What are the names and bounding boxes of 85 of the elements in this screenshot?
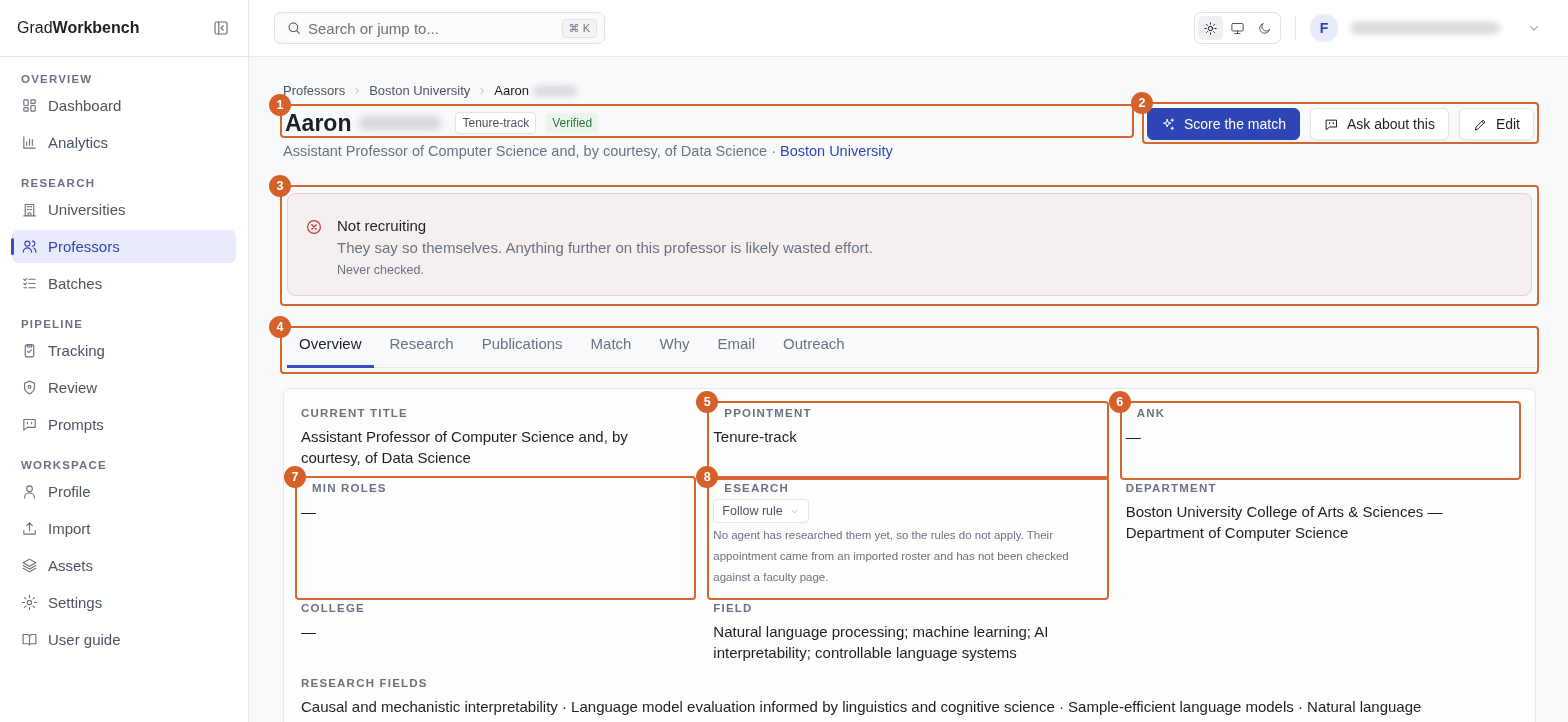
field-label: DEPARTMENT [1125, 482, 1217, 494]
sidebar-item[interactable]: Settings [12, 586, 236, 619]
section-heading: PIPELINE [20, 318, 84, 330]
alert-title: Not recruiting [337, 217, 428, 234]
layers-icon [21, 557, 38, 574]
field-value: — [1125, 427, 1141, 447]
action-button[interactable]: Score the match [1147, 108, 1300, 140]
sidebar-item[interactable]: Import [12, 512, 236, 545]
sidebar-item[interactable]: Analytics [12, 126, 236, 159]
annotation-number: 1 [269, 94, 291, 116]
sparkles-icon [1161, 116, 1176, 132]
field-value: Natural language processing; machine learning; AI interpretability; controllable language systems [713, 622, 1050, 663]
annotation-number: 4 [269, 316, 291, 338]
section-heading: OVERVIEW [20, 73, 94, 85]
field-note: No agent has researched them yet, so the rules do not apply. Their appointment came from an imported roster and has not been checked against a faculty page. [713, 528, 1070, 585]
type-badge: Tenure-track [455, 112, 537, 134]
book-icon [21, 631, 38, 648]
alert-note: Never checked. [337, 263, 425, 277]
dashboard-grid-icon [21, 97, 38, 114]
sidebar-toggle-icon[interactable] [212, 19, 230, 37]
field-value: — [301, 502, 316, 522]
annotation-number: 2 [1131, 92, 1153, 114]
sidebar-item[interactable]: Professors [12, 230, 236, 263]
tab[interactable]: Publications [469, 330, 575, 368]
user-icon [21, 483, 38, 500]
moon-icon [1257, 20, 1272, 36]
upload-icon [21, 520, 38, 537]
action-button[interactable]: Ask about this [1309, 108, 1449, 140]
bar-chart-icon [21, 134, 38, 151]
blurred-name [533, 85, 577, 96]
university-link[interactable]: Boston University [779, 143, 893, 159]
field-value: — [301, 622, 316, 642]
field-label: RESEARCH FIELDS [301, 677, 428, 689]
field-label: PPOINTMENT [723, 407, 812, 419]
sidebar-item[interactable]: Tracking [12, 334, 236, 367]
field-value: Boston University College of Arts & Sciences — Department of Computer Science [1125, 502, 1444, 543]
shortcut-hint: ⌘ K [561, 19, 597, 38]
annotation-number: 7 [284, 466, 306, 488]
sidebar-item[interactable]: Assets [12, 549, 236, 582]
breadcrumb-current: Aaron [494, 83, 529, 98]
shield-icon [21, 379, 38, 396]
user-avatar[interactable]: F [1310, 14, 1338, 42]
field-label: CURRENT TITLE [301, 407, 408, 419]
tab[interactable]: Research [377, 330, 466, 368]
tab[interactable]: Outreach [771, 330, 857, 368]
annotation-number: 3 [269, 175, 291, 197]
professor-subtitle: Assistant Professor of Computer Science and, by courtesy, of Data Science · [283, 143, 776, 159]
tab[interactable]: Email [705, 330, 767, 368]
alert-message: They say so themselves. Anything further on this professor is likely wasted effort. [337, 239, 873, 256]
sidebar-item[interactable]: Prompts [12, 408, 236, 441]
annotation-number: 8 [696, 466, 719, 488]
message-icon [21, 416, 38, 433]
tab[interactable]: Match [578, 330, 644, 368]
field-label: FIELD [713, 602, 753, 614]
app-logo: GradWorkbench [17, 19, 140, 37]
sun-icon [1203, 20, 1218, 36]
breadcrumb-link[interactable]: Boston University [369, 83, 471, 98]
chat-icon [1323, 116, 1339, 132]
monitor-icon [1230, 20, 1245, 36]
status-badge: Verified [546, 113, 599, 133]
sidebar-item[interactable]: Review [12, 371, 236, 404]
action-button[interactable]: Edit [1458, 108, 1534, 140]
field-value: Assistant Professor of Computer Science and, by courtesy, of Data Science [301, 427, 629, 468]
sidebar-item[interactable]: Dashboard [12, 89, 236, 122]
sidebar-item[interactable]: Profile [12, 475, 236, 508]
field-label: ESEARCH [723, 482, 789, 494]
search-icon [286, 20, 302, 36]
field-value: Causal and mechanistic interpretability · Language model evaluation informed by linguistics and cognitive science · Sample-efficient language models · Natural language [301, 697, 1422, 717]
theme-option-button[interactable] [1198, 16, 1223, 40]
field-label: COLLEGE [301, 602, 365, 614]
section-heading: RESEARCH [20, 177, 97, 189]
field-label: ANK [1135, 407, 1166, 419]
error-circle-icon [305, 218, 323, 236]
tab[interactable]: Why [647, 330, 702, 368]
users-icon [21, 238, 38, 255]
field-value: Tenure-track [713, 427, 797, 447]
annotation-number: 6 [1108, 391, 1131, 413]
sidebar-item[interactable]: Universities [12, 193, 236, 226]
sidebar-item[interactable]: User guide [12, 623, 236, 656]
dropdown[interactable]: Follow rule [713, 499, 809, 523]
annotation-number: 5 [696, 391, 719, 413]
field-label: MIN ROLES [311, 482, 387, 494]
building-icon [21, 201, 38, 218]
section-heading: WORKSPACE [20, 459, 108, 471]
sidebar-item[interactable]: Batches [12, 267, 236, 300]
